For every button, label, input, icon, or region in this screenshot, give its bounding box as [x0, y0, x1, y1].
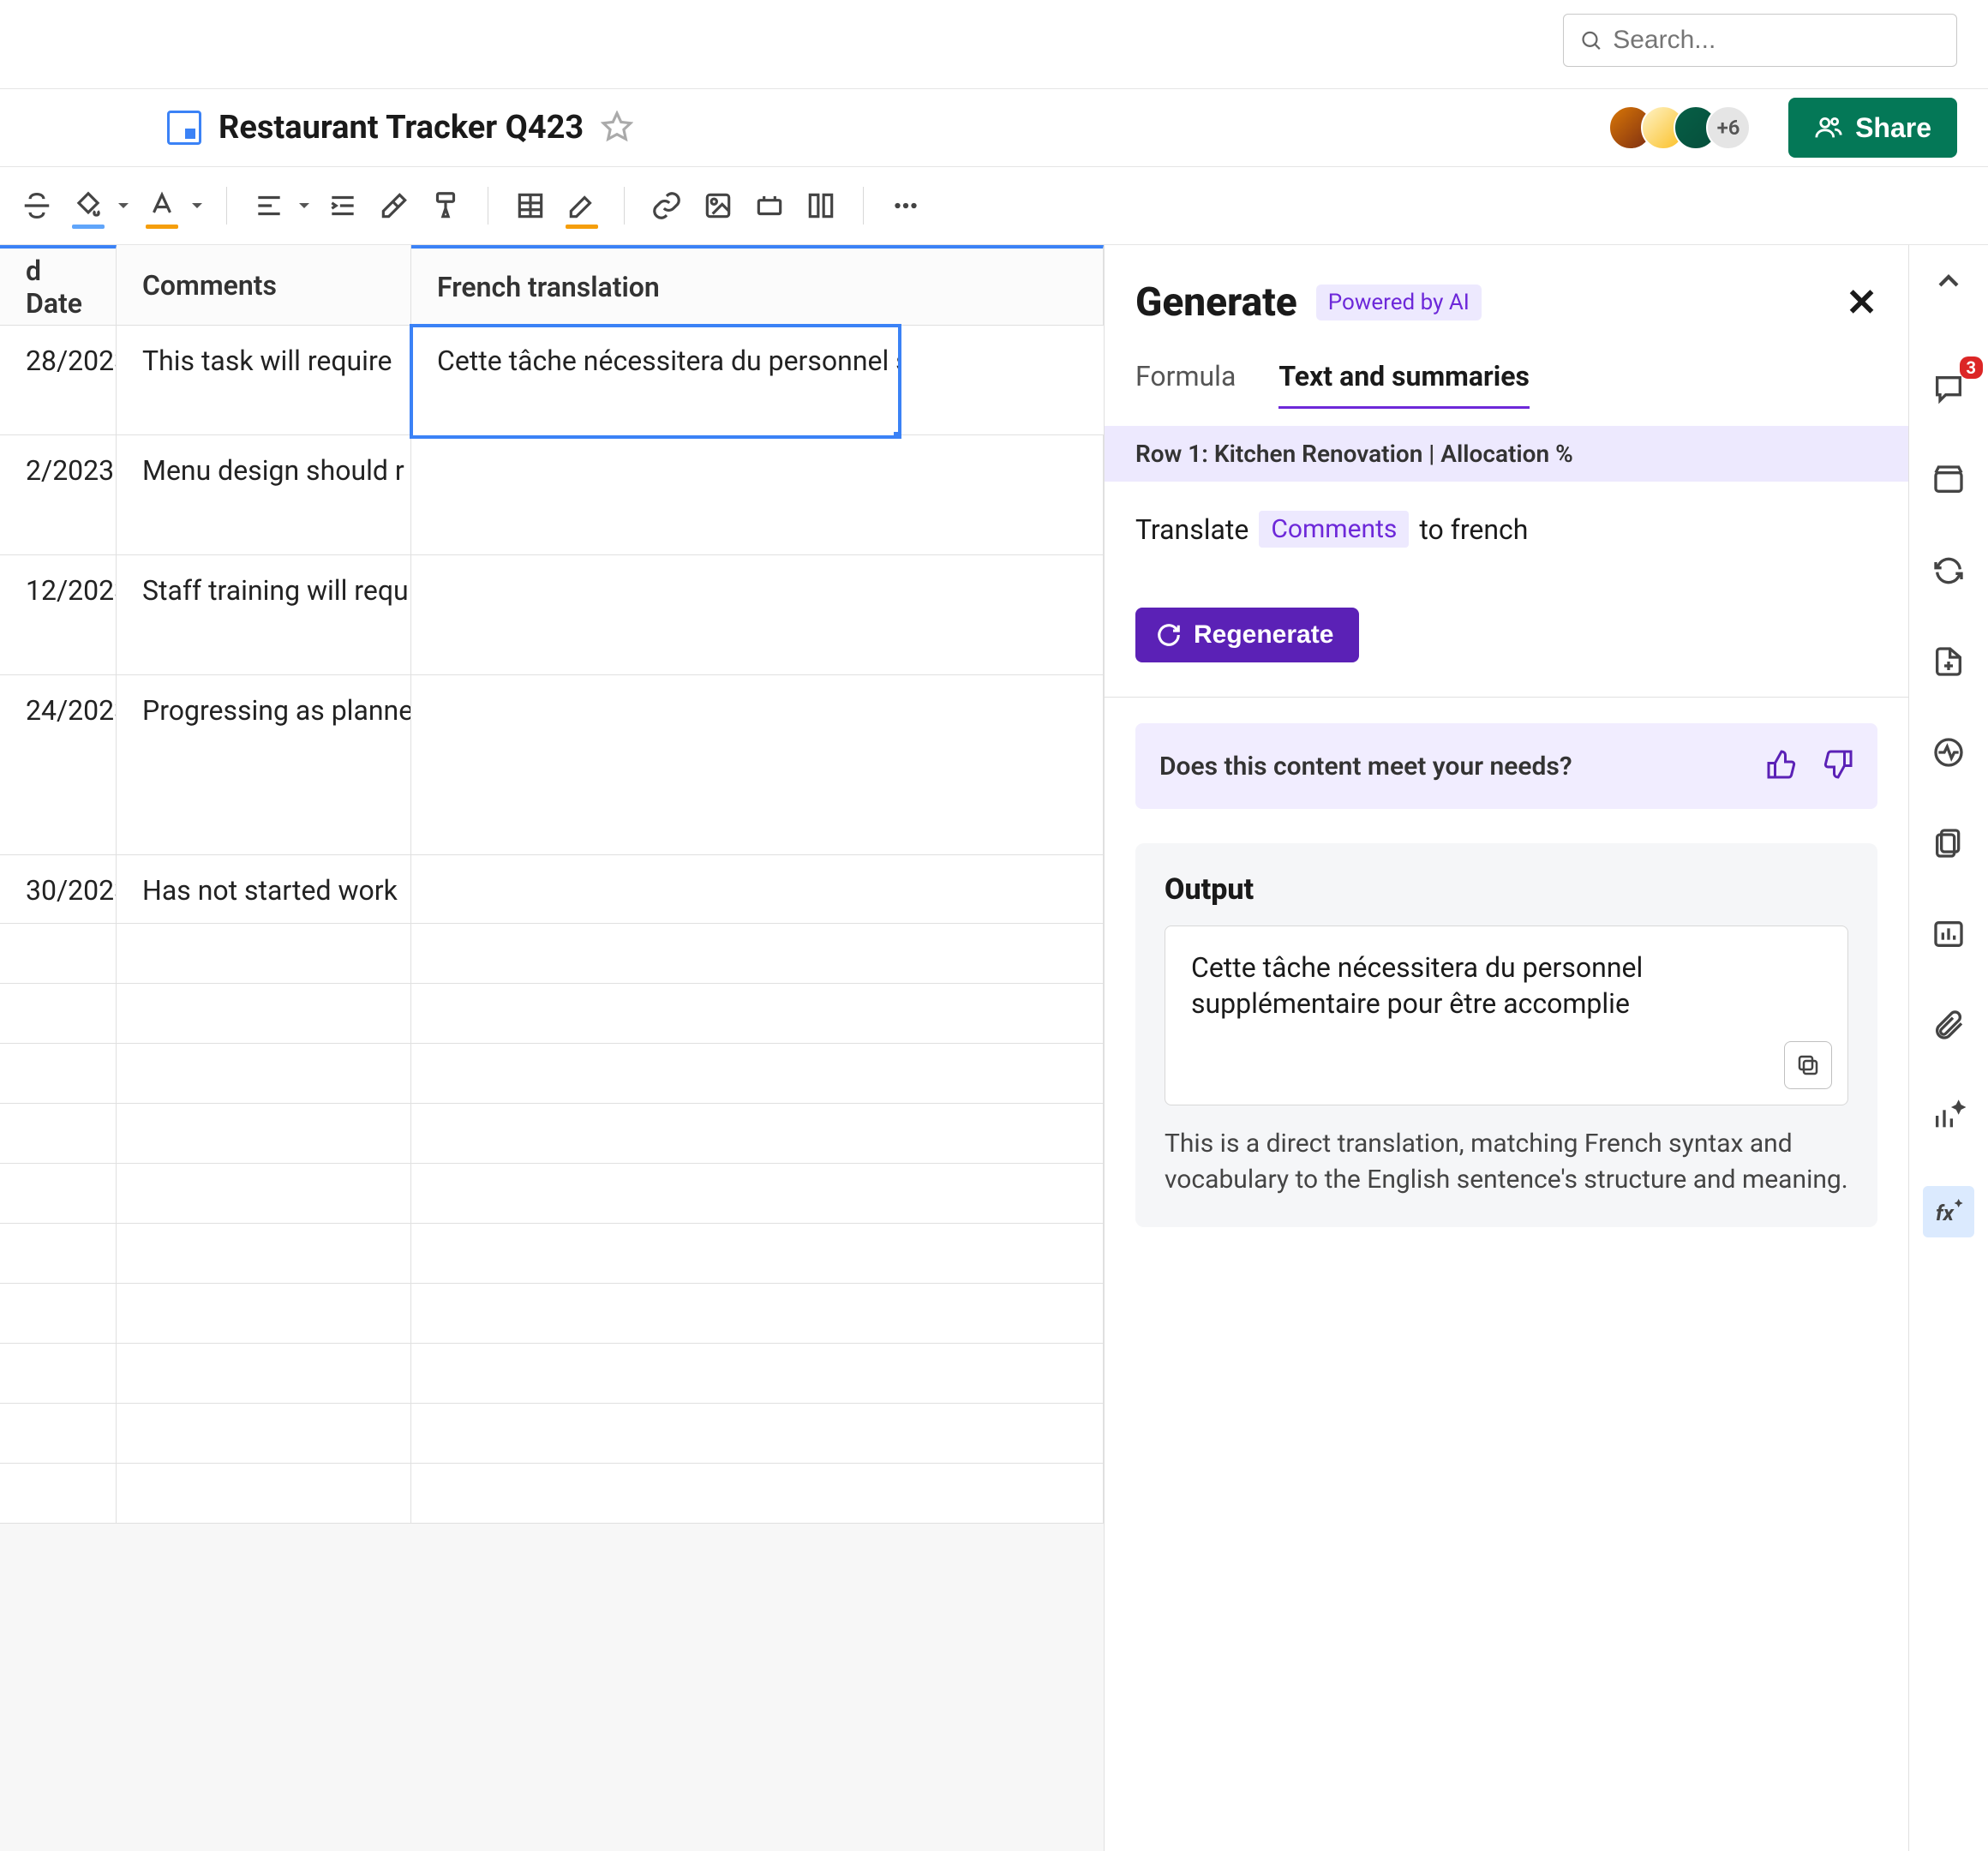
fill-color-dropdown[interactable]: [115, 184, 132, 227]
chat-icon: [1931, 372, 1966, 406]
output-heading: Output: [1165, 872, 1848, 907]
indent-button[interactable]: [321, 184, 364, 227]
widget-button[interactable]: [748, 184, 791, 227]
avatar-stack[interactable]: +6: [1608, 105, 1751, 150]
column-header-french[interactable]: French translation: [411, 245, 1104, 325]
format-painter-button[interactable]: [424, 184, 467, 227]
selected-cell[interactable]: Cette tâche nécessitera du personnel sup…: [411, 326, 900, 437]
copy-button[interactable]: [1784, 1041, 1832, 1089]
more-button[interactable]: [884, 184, 927, 227]
image-button[interactable]: [697, 184, 740, 227]
search-box[interactable]: [1563, 14, 1957, 67]
rail-button[interactable]: [1928, 1004, 1969, 1045]
tab-formula[interactable]: Formula: [1135, 360, 1236, 409]
toolbar: [0, 166, 1988, 245]
comments-rail-button[interactable]: 3: [1928, 368, 1969, 410]
fill-color-button[interactable]: [67, 184, 110, 227]
star-icon: [601, 111, 633, 143]
svg-text:fx: fx: [1936, 1201, 1955, 1226]
close-button[interactable]: ✕: [1846, 280, 1877, 325]
people-icon: [1814, 113, 1843, 142]
text-color-button[interactable]: [141, 184, 183, 227]
output-text: Cette tâche nécessitera du personnel sup…: [1165, 926, 1848, 1105]
table-row[interactable]: 28/2023 This task will require Cette tâc…: [0, 326, 1104, 435]
row-context: Row 1: Kitchen Renovation | Allocation %: [1105, 426, 1908, 482]
thumbs-up-icon: [1766, 749, 1797, 780]
prompt-prefix: Translate: [1135, 513, 1248, 546]
favorite-button[interactable]: [601, 111, 633, 146]
highlight-button[interactable]: [560, 184, 603, 227]
rail-button[interactable]: [1928, 914, 1969, 955]
tab-text-summaries[interactable]: Text and summaries: [1278, 360, 1530, 409]
text-color-dropdown[interactable]: [189, 184, 206, 227]
rail-button[interactable]: [1928, 550, 1969, 591]
copy-icon: [1795, 1052, 1821, 1078]
table-row[interactable]: 30/2023 Has not started work: [0, 855, 1104, 924]
sheet-icon: [167, 111, 201, 145]
page-title: Restaurant Tracker Q423: [219, 109, 584, 147]
collapse-rail-button[interactable]: [1928, 261, 1969, 302]
table-row[interactable]: 24/2023 Progressing as planne: [0, 675, 1104, 855]
spreadsheet[interactable]: d Date Comments French translation 28/20…: [0, 245, 1104, 1851]
prompt-input[interactable]: Translate Comments to french: [1135, 511, 1877, 548]
search-input[interactable]: [1613, 26, 1941, 55]
chevron-up-icon: [1931, 264, 1966, 298]
prompt-chip[interactable]: Comments: [1259, 511, 1409, 548]
share-button[interactable]: Share: [1788, 98, 1957, 158]
right-rail: 3 fx: [1909, 245, 1988, 1851]
generate-rail-button[interactable]: fx: [1923, 1186, 1974, 1237]
align-button[interactable]: [248, 184, 290, 227]
feedback-question: Does this content meet your needs?: [1159, 752, 1572, 782]
attachment-icon: [1931, 1008, 1966, 1042]
regenerate-button[interactable]: Regenerate: [1135, 608, 1359, 662]
generate-panel: Generate Powered by AI ✕ Formula Text an…: [1104, 245, 1909, 1851]
fx-sparkle-icon: fx: [1931, 1195, 1966, 1229]
link-button[interactable]: [645, 184, 688, 227]
column-header-comments[interactable]: Comments: [117, 245, 411, 325]
column-header-date[interactable]: d Date: [0, 245, 117, 325]
align-dropdown[interactable]: [296, 184, 313, 227]
activity-icon: [1931, 735, 1966, 770]
table-row[interactable]: 2/2023 Menu design should r: [0, 435, 1104, 555]
strikethrough-button[interactable]: [15, 184, 58, 227]
refresh-icon: [1156, 622, 1182, 648]
avatar-more[interactable]: +6: [1706, 105, 1751, 150]
comment-badge: 3: [1960, 356, 1983, 379]
table-row[interactable]: 12/2023 Staff training will requ: [0, 555, 1104, 675]
rail-button[interactable]: [1928, 459, 1969, 500]
ai-badge: Powered by AI: [1316, 285, 1482, 320]
refresh-alt-icon: [1931, 554, 1966, 588]
chart-sparkle-icon: [1931, 1099, 1966, 1133]
output-card: Output Cette tâche nécessitera du person…: [1135, 843, 1877, 1227]
file-plus-icon: [1931, 644, 1966, 679]
thumbs-up-button[interactable]: [1766, 749, 1797, 783]
panel-title: Generate: [1135, 279, 1297, 326]
rail-button[interactable]: [1928, 1095, 1969, 1136]
share-label: Share: [1855, 112, 1931, 144]
files-icon: [1931, 826, 1966, 860]
column-button[interactable]: [799, 184, 842, 227]
rail-button[interactable]: [1928, 823, 1969, 864]
archive-icon: [1931, 463, 1966, 497]
search-icon: [1579, 27, 1602, 53]
rail-button[interactable]: [1928, 732, 1969, 773]
bar-chart-icon: [1931, 917, 1966, 951]
rail-button[interactable]: [1928, 641, 1969, 682]
table-button[interactable]: [509, 184, 552, 227]
prompt-suffix: to french: [1419, 513, 1528, 546]
feedback-box: Does this content meet your needs?: [1135, 723, 1877, 809]
thumbs-down-icon: [1823, 749, 1853, 780]
output-note: This is a direct translation, matching F…: [1165, 1126, 1848, 1198]
clear-format-button[interactable]: [373, 184, 416, 227]
thumbs-down-button[interactable]: [1823, 749, 1853, 783]
